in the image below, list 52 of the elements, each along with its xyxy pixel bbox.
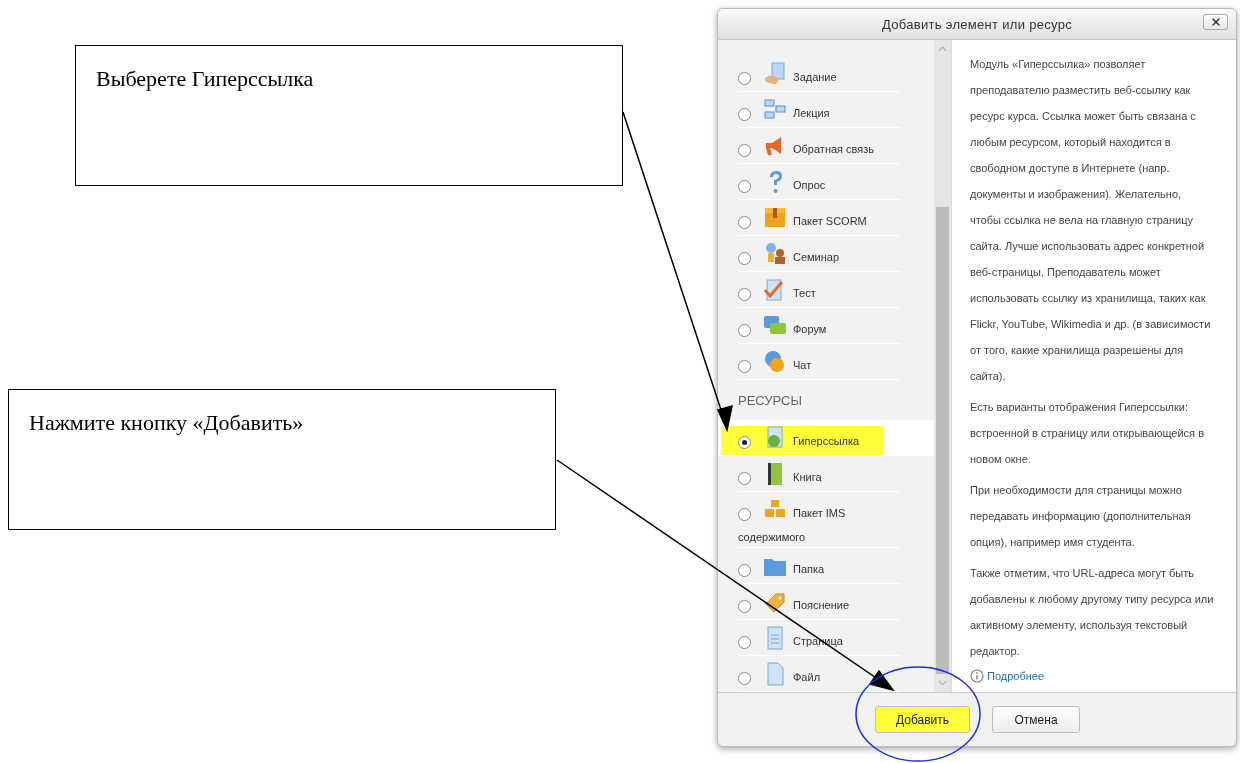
- module-option[interactable]: Чат: [718, 344, 934, 380]
- radio-button[interactable]: [738, 563, 751, 577]
- radio-button[interactable]: [738, 107, 751, 121]
- module-option[interactable]: Тест: [718, 272, 934, 308]
- people-icon: [763, 242, 787, 266]
- module-option[interactable]: Обратная связь: [718, 128, 934, 164]
- scroll-down-icon[interactable]: [938, 680, 947, 686]
- boxes-diagram-icon: [763, 98, 787, 122]
- callout-box: Нажмите кнопку «Добавить»: [8, 389, 556, 530]
- more-link[interactable]: Подробнее: [987, 670, 1045, 682]
- radio-button[interactable]: [738, 599, 751, 613]
- description-text: Есть варианты отображения Гиперссылки: встроенной в страницу или открывающейся в новом окне.: [970, 400, 1205, 467]
- close-button[interactable]: [1203, 14, 1228, 30]
- module-option[interactable]: Форум: [718, 308, 934, 344]
- radio-button[interactable]: [738, 671, 751, 685]
- radio-button[interactable]: [738, 507, 751, 521]
- module-option[interactable]: Лекция: [718, 92, 934, 128]
- module-option[interactable]: Гиперссылка: [718, 420, 934, 456]
- scrollbar[interactable]: [934, 40, 951, 692]
- description-text: Также отметим, что URL-адреса могут быть добавлены к любому другому типу ресурса или активному элементу, используя текстовый редактор.: [970, 566, 1214, 659]
- chat-bubbles-icon: [763, 350, 787, 374]
- section-heading: РЕСУРСЫ: [737, 391, 803, 410]
- radio-button[interactable]: [738, 435, 751, 449]
- radio-button[interactable]: [738, 251, 751, 265]
- package-icon: [763, 206, 787, 230]
- radio-button[interactable]: [738, 359, 751, 373]
- description-text: При необходимости для страницы можно передавать информацию (дополнительная опция), например имя студента.: [970, 483, 1192, 550]
- module-option[interactable]: Семинар: [718, 236, 934, 272]
- callout-box: Выберете Гиперссылка: [75, 45, 623, 186]
- tag-icon: [763, 590, 787, 614]
- info-icon: [970, 669, 984, 683]
- radio-button[interactable]: [738, 323, 751, 337]
- radio-button[interactable]: [738, 471, 751, 485]
- dialog-title: Добавить элемент или ресурс: [882, 16, 1072, 32]
- module-option[interactable]: Опрос: [718, 164, 934, 200]
- hand-document-icon: [763, 62, 787, 86]
- radio-button[interactable]: [738, 287, 751, 301]
- radio-button[interactable]: [738, 179, 751, 193]
- module-option[interactable]: Книга: [718, 456, 934, 492]
- radio-button[interactable]: [738, 635, 751, 649]
- module-option[interactable]: Пакет IMS содержимого: [718, 492, 934, 548]
- close-icon: [1209, 16, 1222, 28]
- radio-button[interactable]: [738, 71, 751, 85]
- module-option[interactable]: Папка: [718, 548, 934, 584]
- add-button[interactable]: Добавить: [875, 706, 971, 733]
- module-option[interactable]: Пакет SCORM: [718, 200, 934, 236]
- cancel-button[interactable]: Отмена: [992, 706, 1081, 733]
- description-text: Модуль «Гиперссылка» позволяет преподавателю разместить веб-ссылку как ресурс курса. Ссылка может быть связана с любым ресурсом, который находится в свободном доступе в Интернете (напр. документы и изображения). Желательно, чтобы ссылка не вела на главную страницу сайта. Лучше использовать адрес конкретной веб-страницы. Преподаватель может использовать ссылку из хранилища, таких как Flickr, YouTube, Wikimedia и др. (в зависимости от того, какие хранилища разрешены для сайта).: [970, 57, 1212, 384]
- module-option[interactable]: Задание: [718, 56, 934, 92]
- radio-button[interactable]: [738, 215, 751, 229]
- scroll-up-icon[interactable]: [938, 46, 947, 52]
- radio-button[interactable]: [738, 143, 751, 157]
